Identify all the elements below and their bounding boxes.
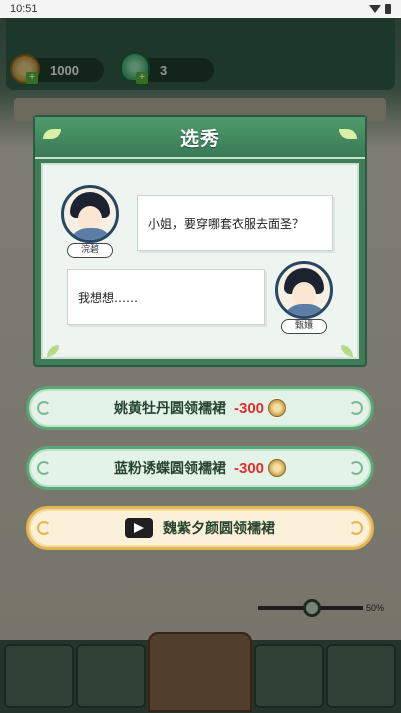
option-yaohuang-dress[interactable]: 姚黄牡丹圆领襦裙 -300 [26, 386, 374, 430]
speaker2-name: 甄嬛 [281, 319, 327, 334]
option-label: 魏紫夕颜圆领襦裙 [163, 521, 275, 537]
coin-icon [268, 459, 287, 477]
leaf-icon [339, 129, 357, 139]
dialog-title: 选秀 [179, 127, 220, 150]
speaker2-line: 我想想…… [78, 290, 139, 305]
scroll-ornament-icon [37, 521, 51, 535]
coin-icon [268, 399, 287, 417]
dialog-body: 浣碧 小姐，要穿哪套衣服去面圣？ 我想想…… 甄嬛 [41, 163, 359, 359]
option-weizi-dress-video[interactable]: 魏紫夕颜圆领襦裙 [26, 506, 374, 550]
option-price: -300 [233, 399, 265, 417]
scroll-ornament-icon [37, 401, 51, 415]
wifi-icon [369, 5, 381, 13]
avatar-speaker1 [61, 185, 119, 243]
leaf-icon [43, 129, 61, 139]
dialog-header: 选秀 [35, 117, 365, 159]
scroll-ornament-icon [349, 521, 363, 535]
speaker1-name: 浣碧 [67, 243, 113, 258]
selection-dialog: 选秀 浣碧 小姐，要穿哪套衣服去面圣？ 我想想…… 甄嬛 [33, 115, 367, 367]
speaker2-bubble: 我想想…… [67, 269, 265, 325]
grass-decoration [341, 345, 353, 357]
avatar-speaker2 [275, 261, 333, 319]
speaker1-bubble: 小姐，要穿哪套衣服去面圣？ [137, 195, 333, 251]
option-lanfen-dress[interactable]: 蓝粉诱蝶圆领襦裙 -300 [26, 446, 374, 490]
status-icons [369, 4, 391, 14]
status-time: 10:51 [10, 3, 38, 15]
option-label: 姚黄牡丹圆领襦裙 [113, 401, 226, 417]
scroll-ornament-icon [349, 461, 363, 475]
status-bar: 10:51 [0, 0, 401, 18]
video-ad-icon [125, 518, 153, 538]
scroll-ornament-icon [37, 461, 51, 475]
grass-decoration [47, 345, 59, 357]
option-price: -300 [233, 459, 265, 477]
option-label: 蓝粉诱蝶圆领襦裙 [113, 461, 226, 477]
scroll-ornament-icon [349, 401, 363, 415]
battery-icon [385, 4, 391, 14]
speaker1-line: 小姐，要穿哪套衣服去面圣？ [148, 216, 305, 231]
